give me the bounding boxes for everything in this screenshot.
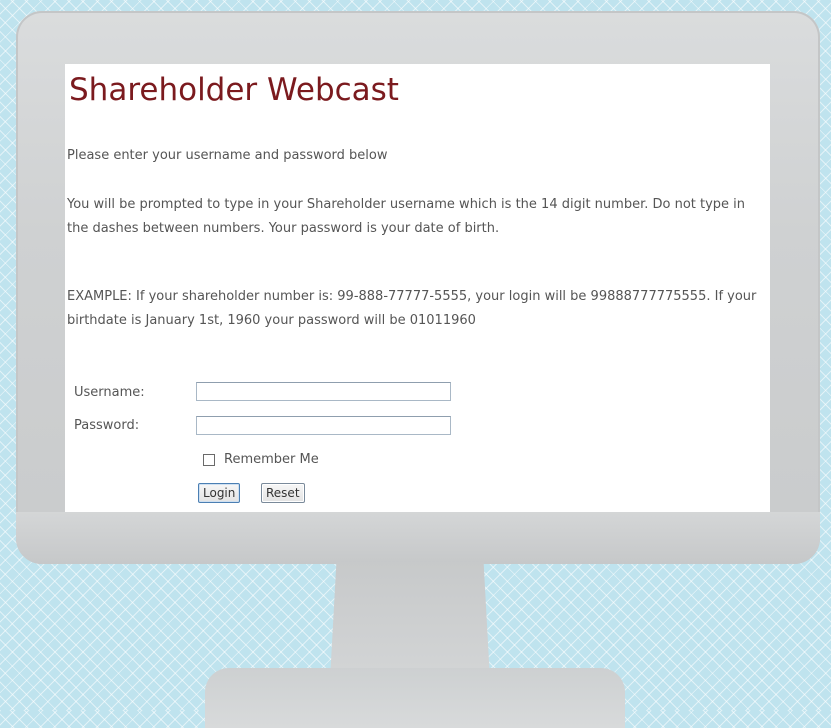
reset-button[interactable]: Reset <box>261 483 305 503</box>
monitor-base <box>205 668 625 728</box>
password-label: Password: <box>74 418 140 433</box>
instructions-text: You will be prompted to type in your Sha… <box>67 197 746 236</box>
example-text: EXAMPLE: If your shareholder number is: … <box>67 289 757 328</box>
password-input[interactable] <box>196 416 451 435</box>
username-label: Username: <box>74 385 145 400</box>
intro-text: Please enter your username and password … <box>67 148 388 163</box>
remember-me-option[interactable]: Remember Me <box>203 452 319 467</box>
monitor-neck <box>330 562 490 680</box>
page-title: Shareholder Webcast <box>69 72 399 108</box>
username-input[interactable] <box>196 382 451 401</box>
remember-me-label: Remember Me <box>224 452 319 467</box>
login-button[interactable]: Login <box>198 483 241 503</box>
remember-me-checkbox[interactable] <box>203 453 215 466</box>
monitor-screen: Shareholder Webcast Please enter your us… <box>65 64 770 512</box>
